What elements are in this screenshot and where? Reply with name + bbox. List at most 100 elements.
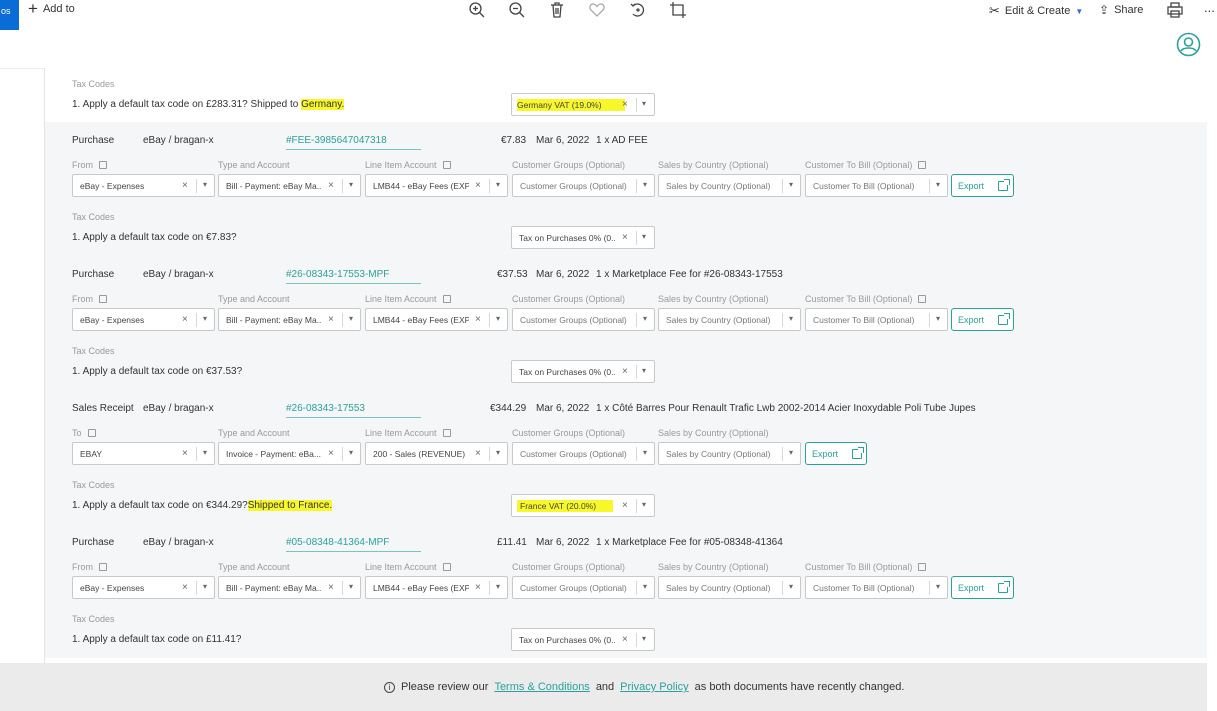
line-item-select[interactable]: LMB44 - eBay Fees (EXP... × ▾ (365, 308, 508, 331)
clear-icon[interactable]: × (328, 180, 334, 191)
chevron-down-icon[interactable]: ▾ (789, 448, 793, 457)
line-item-select-value: LMB44 - eBay Fees (EXP... (373, 583, 469, 593)
clear-icon[interactable]: × (622, 232, 628, 243)
tax-code-select[interactable]: France VAT (20.0%) × ▾ (511, 494, 655, 517)
from-select[interactable]: eBay - Expenses × ▾ (72, 308, 215, 331)
chevron-down-icon[interactable]: ▾ (349, 180, 353, 189)
type-account-select[interactable]: Bill - Payment: eBay Ma... × ▾ (218, 308, 361, 331)
customer-groups-select[interactable]: Customer Groups (Optional) ▾ (512, 308, 655, 331)
transaction-ref-link[interactable]: #26-08343-17553-MPF (286, 269, 421, 284)
customer-bill-label: Customer To Bill (Optional) (805, 562, 927, 572)
clear-icon[interactable]: × (622, 500, 628, 511)
line-item-select[interactable]: LMB44 - eBay Fees (EXP... × ▾ (365, 576, 508, 599)
chevron-down-icon[interactable]: ▾ (496, 314, 500, 323)
type-account-select[interactable]: Bill - Payment: eBay Ma... × ▾ (218, 174, 361, 197)
line-item-select[interactable]: LMB44 - eBay Fees (EXP... × ▾ (365, 174, 508, 197)
type-account-select[interactable]: Bill - Payment: eBay Ma... × ▾ (218, 576, 361, 599)
chevron-down-icon[interactable]: ▾ (642, 232, 646, 241)
export-button[interactable]: Export (951, 308, 1014, 331)
export-button[interactable]: Export (951, 174, 1014, 197)
clear-icon[interactable]: × (622, 366, 628, 377)
tax-code-select[interactable]: Tax on Purchases 0% (0.... × ▾ (511, 628, 655, 651)
clear-icon[interactable]: × (475, 314, 481, 325)
chevron-down-icon[interactable]: ▾ (643, 314, 647, 323)
customer-groups-select[interactable]: Customer Groups (Optional) ▾ (512, 442, 655, 465)
more-options-button[interactable]: ... (1204, 0, 1215, 15)
terms-link[interactable]: Terms & Conditions (494, 681, 589, 693)
customer-groups-select[interactable]: Customer Groups (Optional) ▾ (512, 174, 655, 197)
chevron-down-icon[interactable]: ▾ (496, 448, 500, 457)
chevron-down-icon[interactable]: ▾ (203, 448, 207, 457)
chevron-down-icon[interactable]: ▾ (789, 314, 793, 323)
sales-country-select[interactable]: Sales by Country (Optional) ▾ (658, 308, 801, 331)
export-button[interactable]: Export (805, 442, 867, 465)
zoom-in-icon[interactable] (468, 1, 486, 19)
privacy-link[interactable]: Privacy Policy (620, 681, 688, 693)
clear-icon[interactable]: × (475, 582, 481, 593)
share-button[interactable]: ⇪ Share (1099, 3, 1143, 17)
clear-icon[interactable]: × (328, 448, 334, 459)
external-link-icon (998, 580, 1011, 593)
sales-country-select[interactable]: Sales by Country (Optional) ▾ (658, 442, 801, 465)
add-to-button[interactable]: + Add to (28, 0, 75, 17)
crop-icon[interactable] (669, 1, 687, 19)
rotate-icon[interactable] (629, 1, 647, 19)
chevron-down-icon[interactable]: ▾ (496, 180, 500, 189)
zoom-out-icon[interactable] (508, 1, 526, 19)
trash-icon[interactable] (548, 1, 566, 19)
chevron-down-icon[interactable]: ▾ (936, 582, 940, 591)
customer-bill-select[interactable]: Customer To Bill (Optional) ▾ (805, 308, 948, 331)
chevron-down-icon[interactable]: ▾ (643, 582, 647, 591)
customer-bill-select[interactable]: Customer To Bill (Optional) ▾ (805, 174, 948, 197)
sales-country-select[interactable]: Sales by Country (Optional) ▾ (658, 576, 801, 599)
heart-icon[interactable] (588, 1, 606, 19)
clear-icon[interactable]: × (475, 180, 481, 191)
chevron-down-icon[interactable]: ▾ (349, 314, 353, 323)
clear-icon[interactable]: × (182, 180, 188, 191)
chevron-down-icon[interactable]: ▾ (789, 582, 793, 591)
export-button[interactable]: Export (951, 576, 1014, 599)
from-select[interactable]: EBAY × ▾ (72, 442, 215, 465)
line-item-select[interactable]: 200 - Sales (REVENUE) × ▾ (365, 442, 508, 465)
clear-icon[interactable]: × (182, 582, 188, 593)
clear-icon[interactable]: × (182, 448, 188, 459)
sales-country-select[interactable]: Sales by Country (Optional) ▾ (658, 174, 801, 197)
chevron-down-icon[interactable]: ▾ (789, 180, 793, 189)
edit-create-button[interactable]: ✂ Edit & Create ▼ (989, 3, 1083, 19)
chevron-down-icon[interactable]: ▾ (349, 448, 353, 457)
clear-icon[interactable]: × (622, 99, 628, 110)
tax-code-select[interactable]: Germany VAT (19.0%) × ▾ (511, 93, 655, 116)
avatar-icon[interactable] (1176, 32, 1201, 57)
tax-code-select[interactable]: Tax on Purchases 0% (0.... × ▾ (511, 226, 655, 249)
clear-icon[interactable]: × (182, 314, 188, 325)
transaction-ref-link[interactable]: #05-08348-41364-MPF (286, 537, 421, 552)
chevron-down-icon[interactable]: ▾ (642, 500, 646, 509)
chevron-down-icon[interactable]: ▾ (642, 99, 646, 108)
transaction-ref-link[interactable]: #26-08343-17553 (286, 403, 421, 418)
clear-icon[interactable]: × (475, 448, 481, 459)
chevron-down-icon[interactable]: ▾ (203, 314, 207, 323)
chevron-down-icon[interactable]: ▾ (642, 634, 646, 643)
print-icon[interactable] (1166, 1, 1184, 19)
chevron-down-icon[interactable]: ▾ (496, 582, 500, 591)
chevron-down-icon[interactable]: ▾ (642, 366, 646, 375)
app-tab-fragment[interactable]: os (0, 0, 19, 30)
tax-code-select[interactable]: Tax on Purchases 0% (0.... × ▾ (511, 360, 655, 383)
type-account-select[interactable]: Invoice - Payment: eBa... × ▾ (218, 442, 361, 465)
chevron-down-icon[interactable]: ▾ (643, 448, 647, 457)
from-select[interactable]: eBay - Expenses × ▾ (72, 174, 215, 197)
chevron-down-icon[interactable]: ▾ (936, 314, 940, 323)
customer-groups-select[interactable]: Customer Groups (Optional) ▾ (512, 576, 655, 599)
transaction-ref-link[interactable]: #FEE-3985647047318 (286, 135, 421, 150)
transaction-account: eBay / bragan-x (143, 537, 214, 548)
clear-icon[interactable]: × (328, 582, 334, 593)
clear-icon[interactable]: × (622, 634, 628, 645)
chevron-down-icon[interactable]: ▾ (643, 180, 647, 189)
from-select[interactable]: eBay - Expenses × ▾ (72, 576, 215, 599)
customer-bill-select[interactable]: Customer To Bill (Optional) ▾ (805, 576, 948, 599)
chevron-down-icon[interactable]: ▾ (936, 180, 940, 189)
chevron-down-icon[interactable]: ▾ (203, 582, 207, 591)
chevron-down-icon[interactable]: ▾ (203, 180, 207, 189)
clear-icon[interactable]: × (328, 314, 334, 325)
chevron-down-icon[interactable]: ▾ (349, 582, 353, 591)
